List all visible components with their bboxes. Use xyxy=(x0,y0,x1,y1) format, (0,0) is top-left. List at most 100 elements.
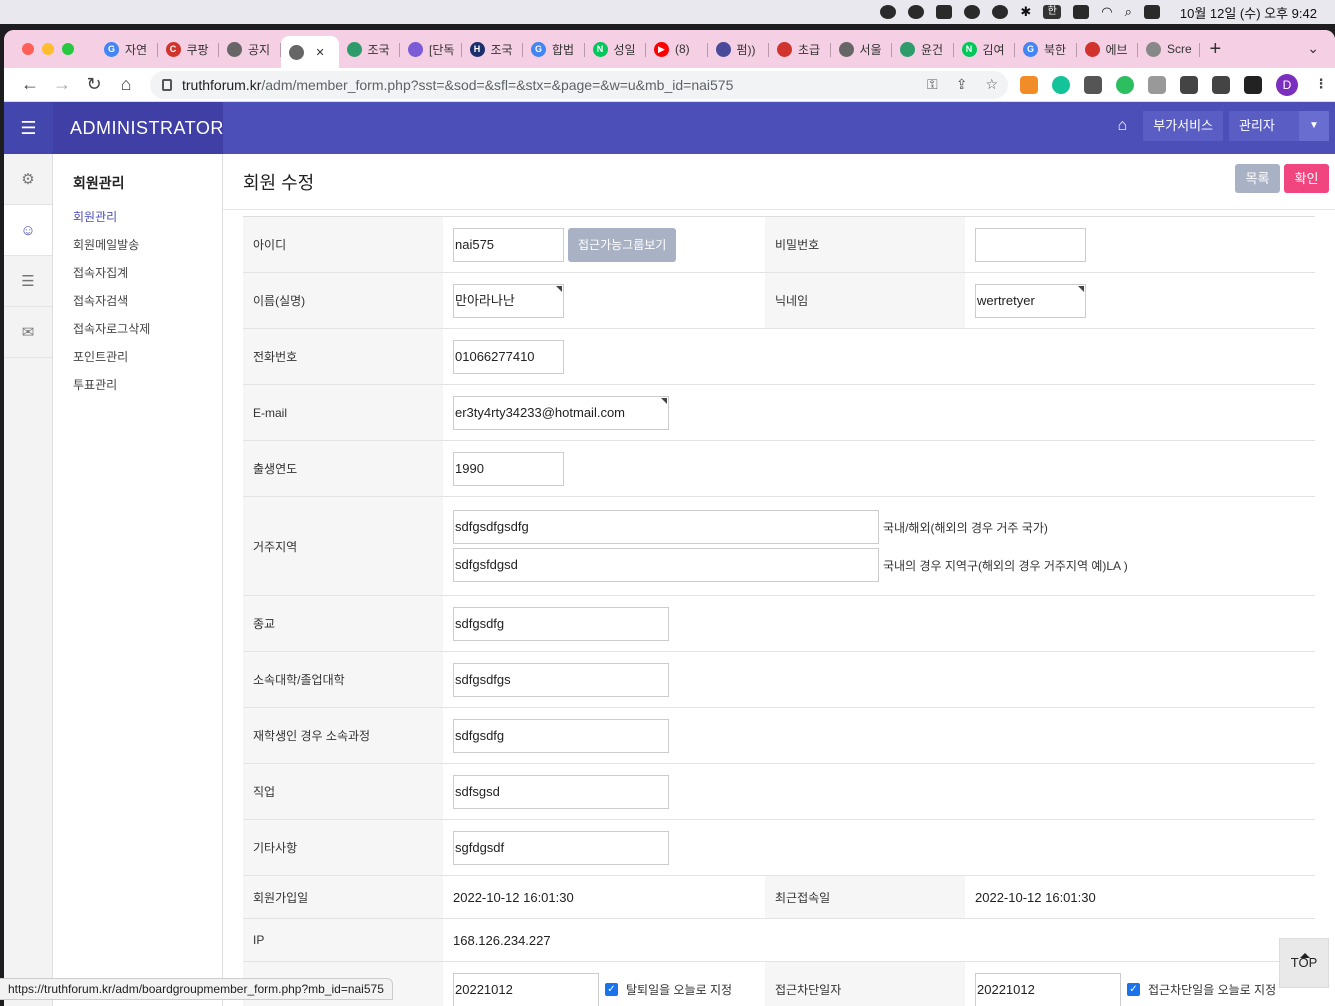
etc-input[interactable]: sgfdgsdf xyxy=(453,830,669,865)
grammarly-icon[interactable] xyxy=(1052,75,1070,94)
new-tab-button[interactable]: + xyxy=(1210,38,1222,61)
minimize-window-button[interactable] xyxy=(42,43,54,55)
tab-search-chevron-icon[interactable]: ⌄ xyxy=(1307,40,1319,57)
browser-tab[interactable]: ▶ (8) xyxy=(646,35,708,63)
sync-icon[interactable] xyxy=(964,5,981,19)
browser-tab-label: 조국 xyxy=(490,42,513,57)
id-input[interactable]: nai575 xyxy=(453,227,564,262)
submenu-item-visit-search[interactable]: 접속자검색 xyxy=(73,292,222,320)
name-label: 이름(실명) xyxy=(243,273,443,328)
browser-tab[interactable]: 윤건 xyxy=(892,35,954,63)
religion-label: 종교 xyxy=(243,596,443,651)
submenu-item-visit-stats[interactable]: 접속자집계 xyxy=(73,264,222,292)
input-source-indicator[interactable]: 한 xyxy=(1043,5,1062,19)
browser-tab[interactable]: 초급 xyxy=(769,35,831,63)
browser-tab[interactable]: H 조국 xyxy=(462,35,524,63)
play-icon[interactable] xyxy=(992,5,1009,19)
evernote-extension-icon[interactable] xyxy=(1116,75,1134,94)
browser-tab[interactable]: N 성일 xyxy=(585,35,647,63)
browser-tab[interactable]: ✕ xyxy=(280,36,339,68)
back-arrow-icon[interactable]: ← xyxy=(14,74,46,95)
job-input[interactable]: sdfsgsd xyxy=(453,774,669,809)
browser-tab[interactable]: G 북한 xyxy=(1015,35,1077,63)
extension-ex-icon[interactable] xyxy=(1020,75,1038,94)
submenu-item-visit-log-delete[interactable]: 접속자로그삭제 xyxy=(73,320,222,348)
caret-down-icon[interactable]: ▼ xyxy=(1299,111,1329,141)
member-user-icon[interactable]: ☺ xyxy=(4,205,52,256)
browser-tab[interactable]: [단독 xyxy=(400,35,462,63)
confirm-button[interactable]: 확인 xyxy=(1284,164,1329,193)
home-icon[interactable]: ⌂ xyxy=(110,74,142,95)
submenu-item-member-manage[interactable]: 회원관리 xyxy=(73,208,222,236)
battery-icon[interactable] xyxy=(1073,5,1090,19)
browser-tab[interactable]: G 자연 xyxy=(96,35,158,63)
share-icon[interactable]: ⇪ xyxy=(956,76,968,93)
close-window-button[interactable] xyxy=(22,43,34,55)
puzzle-icon[interactable] xyxy=(1180,75,1198,94)
browser-tab[interactable]: 에브 xyxy=(1077,35,1139,63)
reading-list-icon[interactable] xyxy=(1212,75,1230,94)
view-access-groups-button[interactable]: 접근가능그룹보기 xyxy=(568,227,677,262)
leave-today-checkbox[interactable]: ✓ xyxy=(605,983,618,996)
browser-tab[interactable]: 서울 xyxy=(831,35,893,63)
admin-brand[interactable]: ADMINISTRATOR xyxy=(53,102,223,154)
phone-input[interactable]: 01066277410 xyxy=(453,339,564,374)
reload-icon[interactable]: ↻ xyxy=(78,74,110,95)
mail-envelope-icon[interactable]: ✉ xyxy=(4,307,52,358)
birth-year-input[interactable]: 1990 xyxy=(453,451,564,486)
browser-tab[interactable]: 펌)) xyxy=(708,35,770,63)
bookmark-star-icon[interactable]: ☆ xyxy=(985,76,998,93)
submenu-item-points[interactable]: 포인트관리 xyxy=(73,348,222,376)
browser-tab[interactable]: 조국 xyxy=(339,35,401,63)
zoom-window-button[interactable] xyxy=(62,43,74,55)
nickname-input[interactable]: wertretyer xyxy=(975,283,1086,318)
settings-gear-icon[interactable]: ⚙ xyxy=(4,154,52,205)
email-input[interactable]: er3ty4rty34233@hotmail.com xyxy=(453,395,669,430)
password-input[interactable] xyxy=(975,227,1086,262)
scroll-top-button[interactable]: TOP xyxy=(1279,938,1329,988)
id-label: 아이디 xyxy=(243,217,443,272)
leave-date-input[interactable]: 20221012 xyxy=(453,972,599,1006)
extension-i-icon[interactable] xyxy=(1084,75,1102,94)
home-icon[interactable]: ⌂ xyxy=(1118,117,1128,135)
bluetooth-icon[interactable]: ✱ xyxy=(1020,4,1031,20)
control-center-icon[interactable] xyxy=(1143,5,1160,19)
block-date-input[interactable]: 20221012 xyxy=(975,972,1121,1006)
religion-input[interactable]: sdfgsdfg xyxy=(453,606,669,641)
submenu-item-member-mail[interactable]: 회원메일발송 xyxy=(73,236,222,264)
camera-icon[interactable] xyxy=(1148,75,1166,94)
browser-tab[interactable]: G 합법 xyxy=(523,35,585,63)
lock-icon[interactable] xyxy=(162,78,172,91)
name-input[interactable]: 만아라나난 xyxy=(453,283,564,318)
region-district-input[interactable]: sdfgsfdgsd xyxy=(453,548,879,582)
university-input[interactable]: sdfgsdfgs xyxy=(453,662,669,697)
notification-icon[interactable] xyxy=(908,5,925,19)
browser-tab[interactable]: N 김여 xyxy=(954,35,1016,63)
list-button[interactable]: 목록 xyxy=(1235,164,1280,193)
forward-arrow-icon[interactable]: → xyxy=(46,74,78,95)
admin-dropdown-label[interactable]: 관리자 xyxy=(1229,111,1299,141)
browser-tab[interactable]: 공지 xyxy=(219,35,281,63)
address-bar[interactable]: truthforum.kr/adm/member_form.php?sst=&s… xyxy=(150,70,1008,99)
more-menu-icon[interactable]: ⋮ xyxy=(1312,76,1330,94)
key-icon[interactable]: ⚿ xyxy=(927,76,938,93)
spotlight-search-icon[interactable]: ⌕ xyxy=(1125,4,1132,20)
board-list-icon[interactable]: ☰ xyxy=(4,256,52,307)
region-country-input[interactable]: sdfgsdfgsdfg xyxy=(453,510,879,544)
services-button[interactable]: 부가서비스 xyxy=(1143,111,1223,141)
close-tab-icon[interactable]: ✕ xyxy=(316,46,325,59)
block-today-checkbox[interactable]: ✓ xyxy=(1127,983,1140,996)
url-path: /adm/member_form.php?sst=&sod=&sfl=&stx=… xyxy=(261,76,734,93)
admin-dropdown[interactable]: 관리자 ▼ xyxy=(1229,111,1329,141)
menubar-clock[interactable]: 10월 12일 (수) 오후 9:42 xyxy=(1180,3,1317,22)
profile-avatar[interactable]: D xyxy=(1276,73,1298,96)
browser-tab[interactable]: C 쿠팡 xyxy=(158,35,220,63)
course-input[interactable]: sdfgsdfg xyxy=(453,718,669,753)
menu-toggle-icon[interactable]: ☰ xyxy=(4,102,53,154)
wifi-icon[interactable]: ◠ xyxy=(1101,4,1112,20)
browser-tab[interactable]: Scre xyxy=(1138,35,1200,63)
side-panel-icon[interactable] xyxy=(1244,75,1262,94)
submenu-item-polls[interactable]: 투표관리 xyxy=(73,376,222,404)
evernote-icon[interactable] xyxy=(880,5,897,19)
clipboard-icon[interactable] xyxy=(936,5,953,19)
